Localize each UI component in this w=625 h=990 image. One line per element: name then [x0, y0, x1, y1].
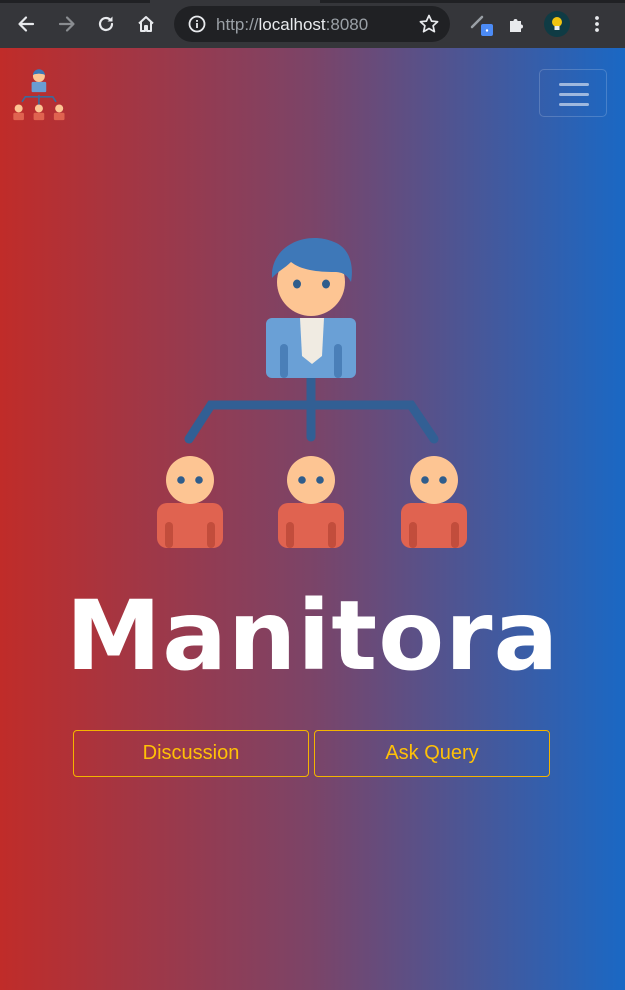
address-bar[interactable]: http://localhost:8080: [174, 6, 450, 42]
home-icon[interactable]: [131, 9, 161, 39]
active-tab[interactable]: [150, 0, 320, 3]
navbar-toggle-button[interactable]: [539, 69, 607, 117]
brand-logo-icon[interactable]: [12, 68, 66, 122]
team-member-center: [278, 456, 344, 548]
extensions-puzzle-icon[interactable]: [502, 9, 532, 39]
hamburger-line-icon: [559, 83, 589, 86]
team-member-right: [401, 456, 467, 548]
site-title: Manitora: [65, 580, 560, 692]
browser-toolbar: http://localhost:8080: [0, 0, 625, 48]
bulb-extension-icon[interactable]: [542, 9, 572, 39]
bookmark-star-icon[interactable]: [418, 13, 440, 35]
back-arrow-icon[interactable]: [11, 9, 41, 39]
site-info-icon[interactable]: [187, 14, 207, 34]
url-port: :8080: [325, 15, 369, 34]
tab-strip: [0, 0, 625, 3]
hierarchy-connector: [184, 372, 439, 444]
hamburger-line-icon: [559, 93, 589, 96]
discussion-button[interactable]: Discussion: [73, 730, 309, 777]
manager-tie: [300, 318, 324, 364]
url-scheme: http://: [216, 15, 259, 34]
page-viewport: Manitora Discussion Ask Query: [0, 48, 625, 990]
team-hierarchy-illustration: [157, 238, 467, 548]
kebab-menu-icon[interactable]: [582, 9, 612, 39]
url-host: localhost: [258, 15, 326, 34]
url-text: http://localhost:8080: [216, 15, 368, 35]
reload-icon[interactable]: [91, 9, 121, 39]
ask-query-button[interactable]: Ask Query: [314, 730, 550, 777]
team-member-left: [157, 456, 223, 548]
pen-extension-icon[interactable]: [466, 9, 496, 39]
forward-arrow-icon[interactable]: [52, 9, 82, 39]
hamburger-line-icon: [559, 103, 589, 106]
